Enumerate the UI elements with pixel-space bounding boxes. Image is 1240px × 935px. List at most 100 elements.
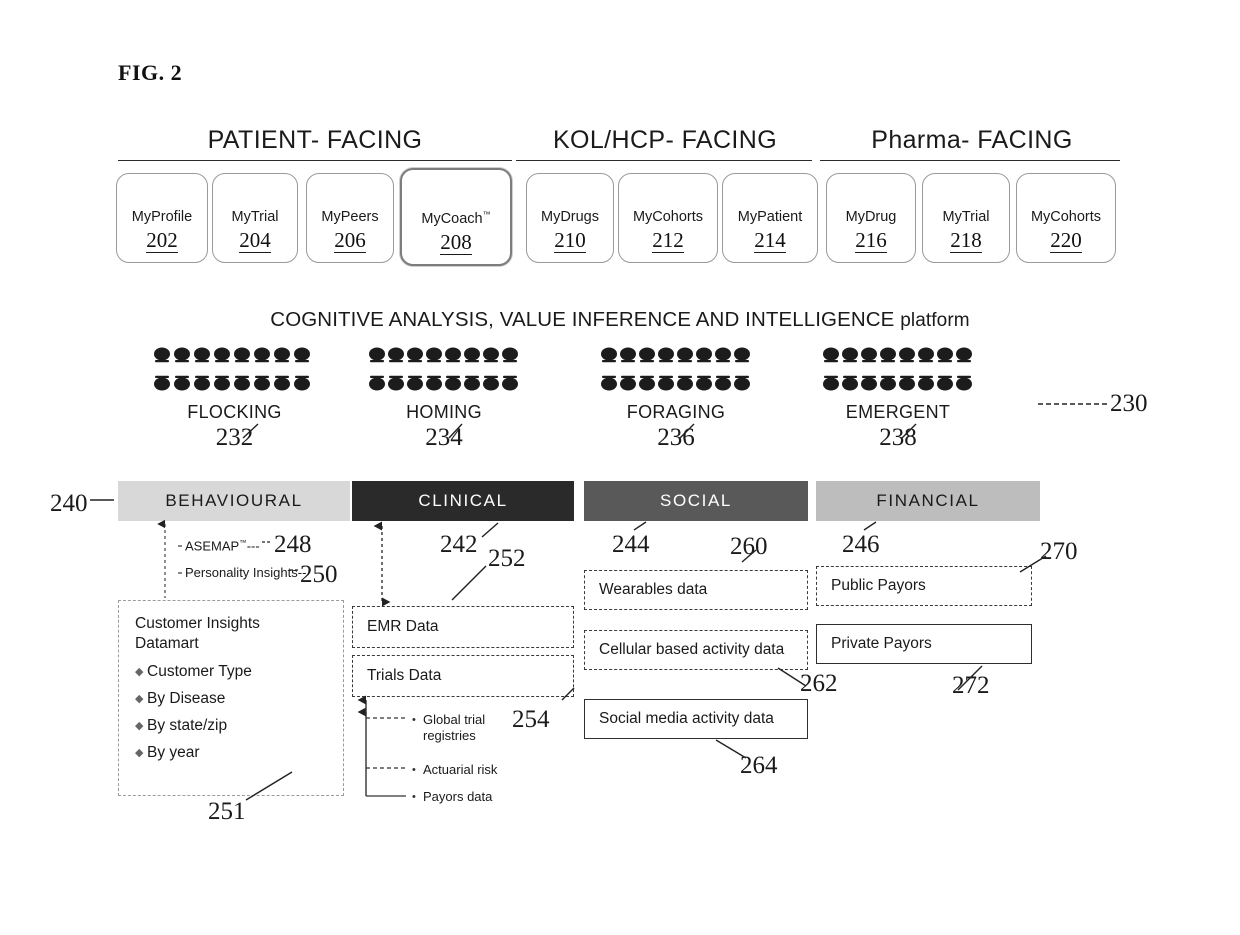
platform-caption-main: COGNITIVE ANALYSIS, VALUE INFERENCE AND …: [270, 308, 901, 331]
app-card-label: MyTrial: [231, 208, 279, 225]
swarm-cluster-emergent: EMERGENT 238: [822, 345, 974, 452]
group-header-patient: PATIENT- FACING: [207, 126, 423, 154]
app-card-mypatient[interactable]: MyPatient 214: [722, 173, 818, 263]
leader-246: [863, 521, 877, 531]
ref-number-272: 272: [952, 672, 990, 699]
group-header-pharma: Pharma- FACING: [871, 126, 1073, 154]
clinical-sublist-label: Global trial registries: [423, 712, 486, 743]
band-label: FINANCIAL: [876, 491, 980, 510]
app-card-label: MyCohorts: [632, 208, 704, 225]
app-card-mydrug[interactable]: MyDrug 216: [826, 173, 916, 263]
app-card-number: 208: [440, 229, 472, 255]
app-card-number: 218: [950, 227, 982, 253]
group-rule-kol: [516, 160, 812, 161]
ref-number-240: 240: [50, 490, 88, 517]
data-box-emr-data[interactable]: EMR Data: [352, 606, 574, 648]
app-card-mytrial-pharma[interactable]: MyTrial 218: [922, 173, 1010, 263]
bullet-icon: •: [412, 764, 416, 776]
datamart-title: Customer Insights Datamart: [135, 614, 327, 654]
data-box-label: Social media activity data: [599, 710, 774, 727]
swarm-cluster-homing: HOMING 234: [368, 345, 520, 452]
app-card-number: 216: [855, 227, 887, 253]
group-rule-pharma: [820, 160, 1120, 161]
swarm-label-flocking: FLOCKING: [187, 402, 282, 422]
clinical-sublist-item-actuarial-risk: • Actuarial risk: [412, 762, 542, 778]
group-rule-patient: [118, 160, 512, 161]
swarm-icons-flocking: [152, 345, 317, 398]
ref-number-262: 262: [800, 670, 838, 697]
swarm-number-homing: 234: [425, 424, 463, 451]
bullet-icon: ◆: [135, 719, 144, 732]
app-card-label: MyPatient: [737, 208, 803, 225]
band-social[interactable]: SOCIAL: [584, 481, 808, 521]
bullet-icon: •: [412, 791, 416, 803]
swarm-label-foraging: FORAGING: [626, 402, 726, 422]
app-card-mytrial-patient[interactable]: MyTrial 204: [212, 173, 298, 263]
app-card-number: 212: [652, 227, 684, 253]
data-box-label: Private Payors: [831, 635, 932, 652]
annotation-personality-insights: Personality Insights--: [185, 565, 306, 580]
app-card-number: 220: [1050, 227, 1082, 253]
people-cluster-icon: [369, 347, 518, 391]
band-label: CLINICAL: [418, 491, 508, 510]
annotation-personality-label: Personality Insights: [185, 565, 298, 580]
clinical-sublist-item-global-trial-registries: • Global trial registries: [412, 712, 522, 744]
ref-number-270: 270: [1040, 538, 1078, 565]
annotation-asemap: ASEMAP™---: [185, 538, 260, 553]
customer-insights-datamart-box[interactable]: Customer Insights Datamart ◆ Customer Ty…: [118, 600, 344, 796]
band-behavioural[interactable]: BEHAVIOURAL: [118, 481, 350, 521]
ref-number-248: 248: [274, 531, 312, 558]
data-box-label: EMR Data: [367, 618, 439, 635]
bullet-icon: •: [412, 714, 416, 726]
datamart-item-label: By state/zip: [147, 716, 228, 734]
clinical-sublist-label: Actuarial risk: [423, 762, 498, 777]
figure-title: FIG. 2: [118, 60, 183, 85]
app-card-number: 202: [146, 227, 178, 253]
annotation-asemap-label: ASEMAP: [185, 538, 240, 554]
datamart-list-item: ◆ By state/zip: [135, 717, 327, 735]
datamart-item-label: By Disease: [147, 689, 226, 707]
bullet-icon: ◆: [135, 665, 144, 678]
datamart-list-item: ◆ By year: [135, 744, 327, 762]
app-card-myprofile[interactable]: MyProfile 202: [116, 173, 208, 263]
bullet-icon: ◆: [135, 692, 144, 705]
swarm-label-emergent: EMERGENT: [845, 402, 951, 422]
ref-number-264: 264: [740, 752, 778, 779]
band-clinical[interactable]: CLINICAL: [352, 481, 574, 521]
annotation-asemap-tm: ™: [239, 538, 247, 547]
datamart-list-item: ◆ Customer Type: [135, 663, 327, 681]
app-card-label: MyTrial: [942, 208, 990, 225]
band-financial[interactable]: FINANCIAL: [816, 481, 1040, 521]
people-cluster-icon: [601, 347, 750, 391]
data-box-social-media-activity-data[interactable]: Social media activity data: [584, 699, 808, 739]
leader-252: [451, 565, 487, 601]
app-card-number: 210: [554, 227, 586, 253]
app-card-label: MyProfile: [131, 208, 193, 225]
swarm-icons-foraging: [600, 345, 752, 398]
ref-number-242: 242: [440, 531, 478, 558]
swarm-number-foraging: 236: [657, 424, 695, 451]
data-box-private-payors[interactable]: Private Payors: [816, 624, 1032, 664]
data-box-label: Cellular based activity data: [599, 641, 785, 658]
swarm-icons-homing: [368, 345, 520, 398]
app-card-mydrugs[interactable]: MyDrugs 210: [526, 173, 614, 263]
app-card-mycohorts-kol[interactable]: MyCohorts 212: [618, 173, 718, 263]
data-box-trials-data[interactable]: Trials Data: [352, 655, 574, 697]
ref-number-230: 230: [1110, 390, 1148, 417]
app-card-mycoach[interactable]: MyCoach™ 208: [400, 168, 512, 266]
app-card-number: 214: [754, 227, 786, 253]
annotation-asemap-dashes: ---: [246, 538, 260, 554]
leader-242: [481, 522, 499, 538]
app-card-mycohorts-pharma[interactable]: MyCohorts 220: [1016, 173, 1116, 263]
data-box-public-payors[interactable]: Public Payors: [816, 566, 1032, 606]
app-card-mypeers[interactable]: MyPeers 206: [306, 173, 394, 263]
data-box-wearables-data[interactable]: Wearables data: [584, 570, 808, 610]
data-box-cellular-activity-data[interactable]: Cellular based activity data: [584, 630, 808, 670]
platform-caption-suffix: platform: [900, 310, 970, 331]
ref-number-244: 244: [612, 531, 650, 558]
clinical-sublist-label: Payors data: [423, 789, 493, 804]
swarm-label-homing: HOMING: [406, 402, 482, 422]
datamart-title-line2: Datamart: [135, 634, 199, 652]
leader-244: [633, 521, 647, 531]
platform-caption: COGNITIVE ANALYSIS, VALUE INFERENCE AND …: [0, 308, 1240, 332]
